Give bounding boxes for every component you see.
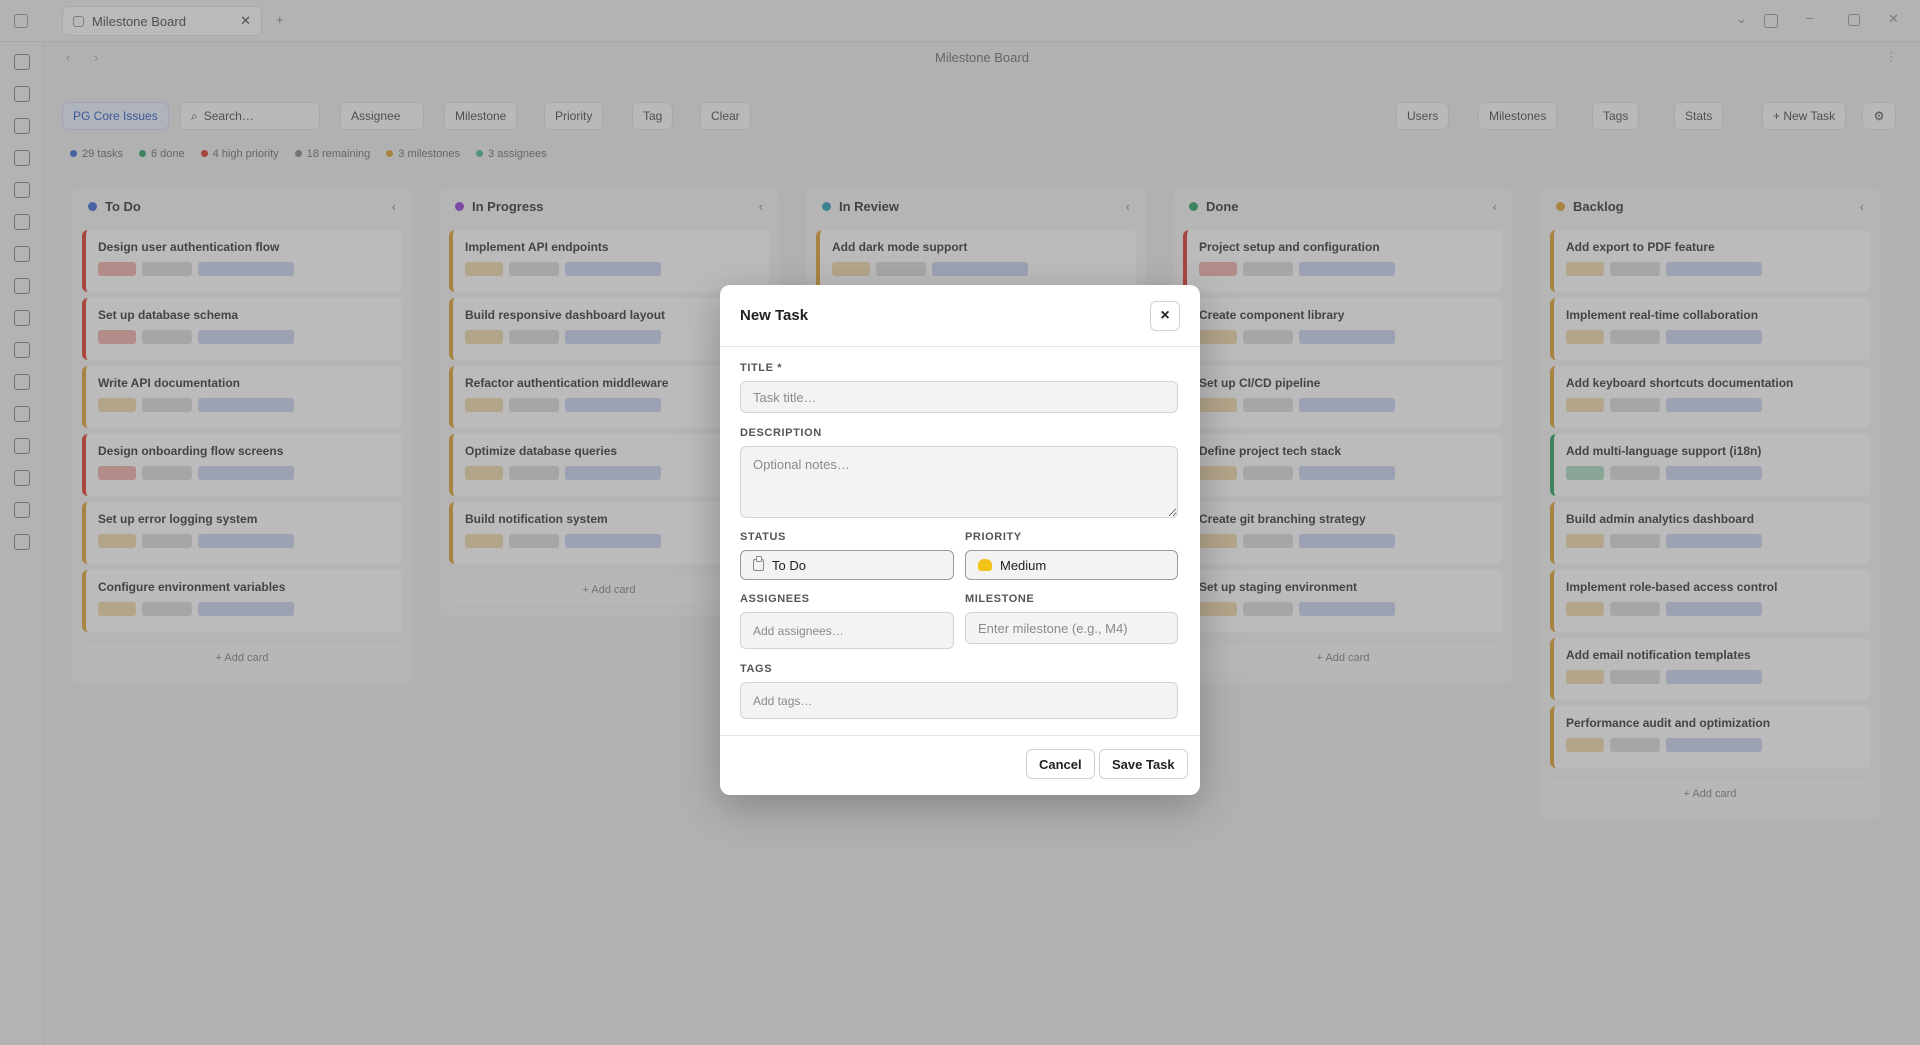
- tags-input[interactable]: [740, 682, 1178, 719]
- tags-label: TAGS: [740, 663, 773, 675]
- assignees-input[interactable]: [740, 612, 954, 649]
- save-task-button[interactable]: Save Task: [1099, 749, 1188, 779]
- clipboard-icon: [753, 556, 764, 571]
- milestone-label: MILESTONE: [965, 593, 1035, 605]
- status-value: To Do: [772, 557, 806, 573]
- new-task-dialog: New Task × TITLE * DESCRIPTION STATUS To…: [720, 285, 1200, 795]
- milestone-input[interactable]: [965, 612, 1178, 644]
- description-input[interactable]: [740, 446, 1178, 518]
- assignees-label: ASSIGNEES: [740, 593, 810, 605]
- priority-value: Medium: [1000, 557, 1047, 573]
- priority-label: PRIORITY: [965, 531, 1022, 543]
- status-label: STATUS: [740, 531, 786, 543]
- description-label: DESCRIPTION: [740, 427, 822, 439]
- medium-priority-icon: [978, 559, 992, 571]
- modal-title: New Task: [740, 307, 809, 324]
- priority-select[interactable]: Medium: [965, 550, 1178, 580]
- title-input[interactable]: [740, 381, 1178, 413]
- modal-footer: Cancel Save Task: [720, 735, 1200, 795]
- title-label: TITLE *: [740, 362, 783, 374]
- cancel-button[interactable]: Cancel: [1026, 749, 1095, 779]
- status-select[interactable]: To Do: [740, 550, 954, 580]
- modal-header: New Task ×: [720, 285, 1200, 347]
- close-button[interactable]: ×: [1150, 300, 1180, 331]
